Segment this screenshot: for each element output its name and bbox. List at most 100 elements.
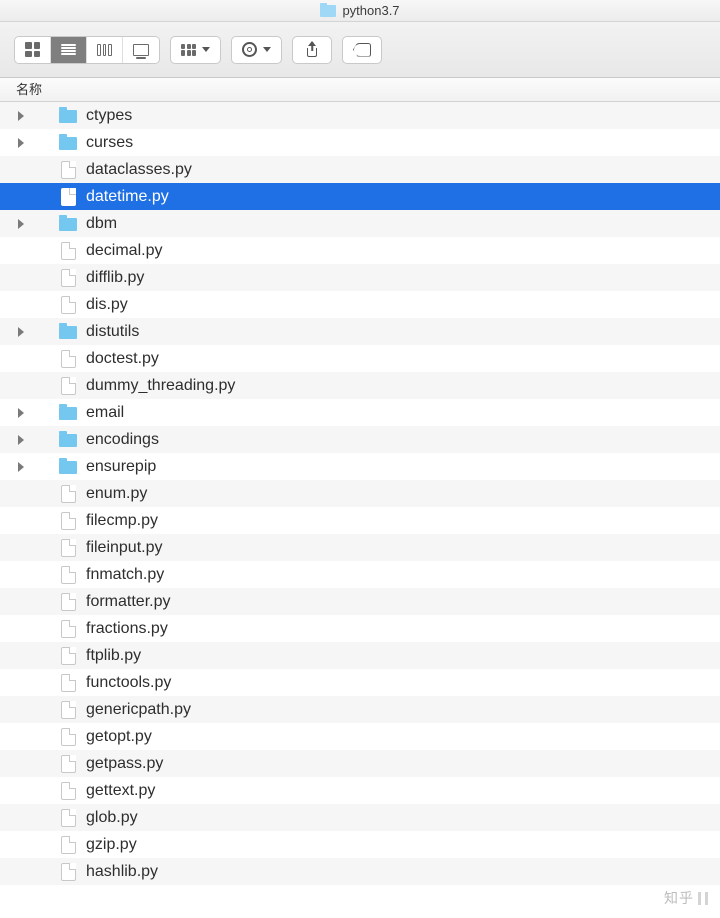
action-menu-button[interactable] bbox=[231, 36, 282, 64]
icon-view-button[interactable] bbox=[15, 37, 51, 63]
file-icon bbox=[58, 700, 78, 720]
list-item[interactable]: functools.py bbox=[0, 669, 720, 696]
list-item[interactable]: fileinput.py bbox=[0, 534, 720, 561]
file-name: ctypes bbox=[86, 107, 132, 125]
tag-icon bbox=[353, 43, 371, 57]
list-item[interactable]: dummy_threading.py bbox=[0, 372, 720, 399]
titlebar[interactable]: python3.7 bbox=[0, 0, 720, 22]
title-folder: python3.7 bbox=[320, 3, 399, 18]
list-item[interactable]: dataclasses.py bbox=[0, 156, 720, 183]
view-mode-segment bbox=[14, 36, 160, 64]
list-item[interactable]: dis.py bbox=[0, 291, 720, 318]
list-item[interactable]: gettext.py bbox=[0, 777, 720, 804]
disclosure-triangle-icon[interactable] bbox=[18, 408, 24, 418]
column-view-button[interactable] bbox=[87, 37, 123, 63]
folder-icon bbox=[58, 403, 78, 423]
list-item[interactable]: email bbox=[0, 399, 720, 426]
list-item[interactable]: gzip.py bbox=[0, 831, 720, 858]
file-name: decimal.py bbox=[86, 242, 162, 260]
list-item[interactable]: fnmatch.py bbox=[0, 561, 720, 588]
file-name: curses bbox=[86, 134, 133, 152]
gallery-view-button[interactable] bbox=[123, 37, 159, 63]
file-name: dummy_threading.py bbox=[86, 377, 235, 395]
disclosure-triangle-icon[interactable] bbox=[18, 111, 24, 121]
share-button[interactable] bbox=[292, 36, 332, 64]
file-icon bbox=[58, 646, 78, 666]
disclosure-triangle-icon[interactable] bbox=[18, 327, 24, 337]
group-by-icon bbox=[181, 44, 196, 56]
file-list[interactable]: ctypes curses dataclasses.py datetime.pydbm… bbox=[0, 102, 720, 885]
tags-button[interactable] bbox=[342, 36, 382, 64]
file-name: enum.py bbox=[86, 485, 147, 503]
folder-icon bbox=[58, 457, 78, 477]
window-title: python3.7 bbox=[342, 3, 399, 18]
toolbar bbox=[0, 22, 720, 78]
file-icon bbox=[58, 376, 78, 396]
file-icon bbox=[58, 349, 78, 369]
file-icon bbox=[58, 511, 78, 531]
list-item[interactable]: difflib.py bbox=[0, 264, 720, 291]
list-item[interactable]: getpass.py bbox=[0, 750, 720, 777]
list-view-button[interactable] bbox=[51, 37, 87, 63]
list-item[interactable]: hashlib.py bbox=[0, 858, 720, 885]
file-icon bbox=[58, 565, 78, 585]
disclosure-triangle-icon[interactable] bbox=[18, 138, 24, 148]
list-item[interactable]: ensurepip bbox=[0, 453, 720, 480]
file-icon bbox=[58, 754, 78, 774]
file-icon bbox=[58, 862, 78, 882]
file-name: difflib.py bbox=[86, 269, 144, 287]
file-name: functools.py bbox=[86, 674, 171, 692]
list-view-icon bbox=[61, 44, 76, 56]
file-name: fnmatch.py bbox=[86, 566, 164, 584]
list-item[interactable]: getopt.py bbox=[0, 723, 720, 750]
file-icon bbox=[58, 241, 78, 261]
gear-icon bbox=[242, 42, 257, 57]
list-item[interactable]: decimal.py bbox=[0, 237, 720, 264]
file-icon bbox=[58, 781, 78, 801]
file-icon bbox=[58, 673, 78, 693]
file-name: dataclasses.py bbox=[86, 161, 192, 179]
file-name: glob.py bbox=[86, 809, 138, 827]
file-name: fileinput.py bbox=[86, 539, 163, 557]
list-item[interactable]: enum.py bbox=[0, 480, 720, 507]
file-name: dis.py bbox=[86, 296, 128, 314]
file-name: gzip.py bbox=[86, 836, 137, 854]
folder-icon bbox=[58, 322, 78, 342]
chevron-down-icon bbox=[263, 47, 271, 52]
file-icon bbox=[58, 160, 78, 180]
list-item[interactable]: genericpath.py bbox=[0, 696, 720, 723]
list-item[interactable]: datetime.py bbox=[0, 183, 720, 210]
file-icon bbox=[58, 538, 78, 558]
list-item[interactable]: doctest.py bbox=[0, 345, 720, 372]
file-name: distutils bbox=[86, 323, 139, 341]
list-item[interactable]: glob.py bbox=[0, 804, 720, 831]
list-item[interactable]: filecmp.py bbox=[0, 507, 720, 534]
file-name: encodings bbox=[86, 431, 159, 449]
file-name: ensurepip bbox=[86, 458, 156, 476]
file-icon bbox=[58, 592, 78, 612]
folder-icon bbox=[58, 430, 78, 450]
file-icon bbox=[58, 268, 78, 288]
list-item[interactable]: distutils bbox=[0, 318, 720, 345]
list-item[interactable]: ftplib.py bbox=[0, 642, 720, 669]
file-name: formatter.py bbox=[86, 593, 170, 611]
list-item[interactable]: curses bbox=[0, 129, 720, 156]
group-by-button[interactable] bbox=[170, 36, 221, 64]
disclosure-triangle-icon[interactable] bbox=[18, 219, 24, 229]
column-header-name[interactable]: 名称 bbox=[0, 78, 720, 102]
file-icon bbox=[58, 619, 78, 639]
list-item[interactable]: fractions.py bbox=[0, 615, 720, 642]
file-icon bbox=[58, 727, 78, 747]
list-item[interactable]: formatter.py bbox=[0, 588, 720, 615]
list-item[interactable]: encodings bbox=[0, 426, 720, 453]
watermark-text: 知乎 bbox=[664, 888, 694, 908]
list-item[interactable]: dbm bbox=[0, 210, 720, 237]
disclosure-triangle-icon[interactable] bbox=[18, 435, 24, 445]
file-icon bbox=[58, 484, 78, 504]
file-name: hashlib.py bbox=[86, 863, 158, 881]
gallery-view-icon bbox=[133, 44, 149, 56]
file-icon bbox=[58, 835, 78, 855]
file-name: fractions.py bbox=[86, 620, 168, 638]
list-item[interactable]: ctypes bbox=[0, 102, 720, 129]
disclosure-triangle-icon[interactable] bbox=[18, 462, 24, 472]
